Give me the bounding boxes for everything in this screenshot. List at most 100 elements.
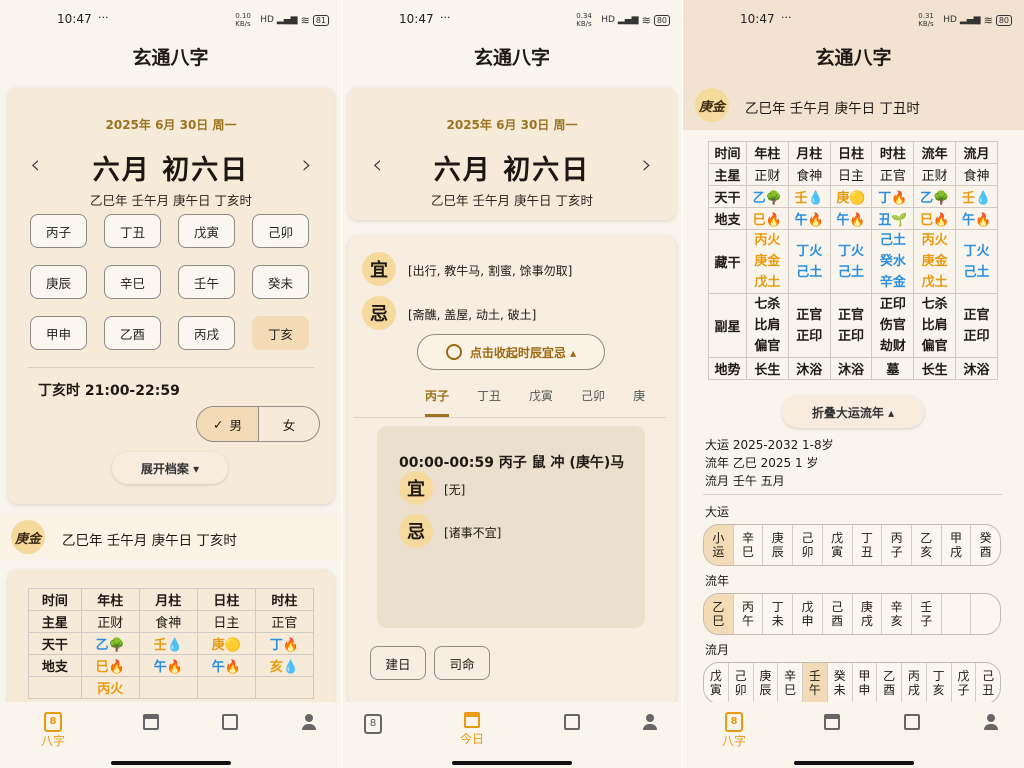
- hour-button[interactable]: 丙子: [30, 214, 87, 248]
- nav-calendar[interactable]: [807, 712, 857, 732]
- table-subcell: 庚金: [754, 254, 781, 269]
- gregorian-date: 2025年 6月 30日 周一: [446, 118, 578, 132]
- hour-button[interactable]: 丁亥: [252, 316, 309, 350]
- expand-profile-button[interactable]: 展开档案 ▾: [112, 452, 228, 484]
- hour-button[interactable]: 庚辰: [30, 265, 87, 299]
- liunian-sequence: 乙巳丙午丁未戊申己酉庚戌辛亥壬子: [703, 593, 1001, 635]
- nav-today[interactable]: 今日: [447, 712, 497, 747]
- table-subcell: 正印: [838, 328, 865, 344]
- hour-button[interactable]: 癸未: [252, 265, 309, 299]
- luck-cell[interactable]: 辛巳: [778, 663, 803, 703]
- luck-cell[interactable]: 庚辰: [763, 525, 794, 565]
- tab-hour[interactable]: 己卯: [581, 387, 605, 404]
- luck-cell[interactable]: 辛巳: [734, 525, 764, 565]
- luck-cell[interactable]: 己酉: [823, 594, 853, 634]
- table-subcell: 比肩: [921, 318, 948, 333]
- luck-cell[interactable]: 壬子: [912, 594, 942, 634]
- luck-cell[interactable]: 辛亥: [882, 594, 912, 634]
- hour-info: 丁亥时 21:00-22:59: [38, 383, 180, 399]
- nav-search-calendar[interactable]: [547, 712, 597, 732]
- luck-char: 寅: [709, 683, 722, 697]
- luck-cell[interactable]: 癸酉: [971, 525, 1000, 565]
- table-subcell: 偏官: [754, 339, 781, 354]
- luck-cell[interactable]: 丁亥: [927, 663, 952, 703]
- luck-cell[interactable]: 戊寅: [823, 525, 853, 565]
- tab-hour[interactable]: 丁丑: [477, 387, 501, 404]
- table-cell: 流月: [955, 141, 998, 164]
- pillar-table: 时间 年柱 月柱 日柱 时柱 主星 正财 食神 日主 正官 天干 乙🌳 壬💧 庚🟡 丁🔥 地支 巳🔥 午🔥 午🔥 亥💧…: [28, 588, 315, 699]
- luck-cell[interactable]: 丙午: [734, 594, 764, 634]
- lunar-date: 六月 初六日: [92, 155, 250, 186]
- luck-cell[interactable]: 丁丑: [853, 525, 883, 565]
- luck-cell[interactable]: 己丑: [976, 663, 1000, 703]
- toggle-hour-yiji-button[interactable]: 点击收起时辰宜忌 ▴: [417, 334, 605, 370]
- fold-luck-button[interactable]: 折叠大运流年 ▴: [782, 396, 924, 428]
- gender-male-button[interactable]: ✓ 男: [197, 407, 259, 441]
- next-day-button[interactable]: ›: [302, 150, 312, 180]
- luck-char: 午: [742, 614, 755, 628]
- nav-profile[interactable]: [966, 712, 1016, 732]
- chip-jianri[interactable]: 建日: [370, 646, 426, 680]
- luck-char: 甲: [858, 669, 871, 683]
- luck-cell[interactable]: 庚戌: [853, 594, 883, 634]
- luck-cell[interactable]: 己卯: [793, 525, 823, 565]
- luck-cell[interactable]: 戊申: [793, 594, 823, 634]
- hour-button[interactable]: 壬午: [178, 265, 235, 299]
- luck-cell[interactable]: 甲戌: [942, 525, 972, 565]
- hour-button[interactable]: 丁丑: [104, 214, 161, 248]
- luck-cell[interactable]: 丙戌: [902, 663, 927, 703]
- table-cell: 食神: [787, 163, 831, 186]
- luck-cell[interactable]: 壬午: [803, 663, 828, 703]
- table-cell: 日柱: [196, 588, 256, 611]
- table-subcell: 正官: [796, 307, 823, 323]
- luck-char: 酉: [831, 614, 844, 628]
- luck-cell[interactable]: 戊子: [952, 663, 977, 703]
- luck-cell[interactable]: 庚辰: [754, 663, 779, 703]
- hour-button[interactable]: 丙戌: [178, 316, 235, 350]
- luck-cell[interactable]: 戊寅: [704, 663, 729, 703]
- hour-button[interactable]: 辛巳: [104, 265, 161, 299]
- nav-bazi[interactable]: 8 八字: [709, 712, 759, 749]
- luck-cell[interactable]: [942, 594, 972, 634]
- nav-profile[interactable]: [284, 712, 334, 732]
- luck-char: 亥: [932, 683, 945, 697]
- luck-char: 戊: [709, 669, 722, 683]
- calendar-icon: [143, 714, 159, 730]
- status-dots: ···: [440, 11, 451, 24]
- gender-female-button[interactable]: 女: [259, 407, 319, 441]
- luck-char: 辰: [771, 545, 784, 559]
- table-cell: 长生: [745, 357, 789, 380]
- tab-hour[interactable]: 戊寅: [529, 387, 553, 404]
- luck-cell[interactable]: 甲申: [853, 663, 878, 703]
- nav-bazi[interactable]: 8 八字: [28, 712, 78, 749]
- luck-cell[interactable]: 己卯: [729, 663, 754, 703]
- tab-hour[interactable]: 庚: [633, 387, 645, 404]
- luck-cell[interactable]: 癸未: [828, 663, 853, 703]
- luck-cell[interactable]: 丙子: [882, 525, 912, 565]
- nav-search-calendar[interactable]: [887, 712, 937, 732]
- table-subcell: 七杀: [754, 297, 781, 312]
- status-time: 10:47: [740, 12, 775, 26]
- table-subcell: 癸水: [879, 254, 906, 269]
- luck-char: 未: [771, 614, 784, 628]
- chip-siming[interactable]: 司命: [434, 646, 490, 680]
- luck-cell[interactable]: 丁未: [763, 594, 794, 634]
- luck-cell[interactable]: [971, 594, 1000, 634]
- luck-char: 戊: [831, 531, 844, 545]
- table-cell: 流年: [913, 141, 957, 164]
- nav-calendar[interactable]: [126, 712, 176, 732]
- hour-button[interactable]: 甲申: [30, 316, 87, 350]
- luck-cell[interactable]: 小运: [704, 525, 734, 565]
- next-day-button[interactable]: ›: [642, 150, 652, 180]
- nav-search-calendar[interactable]: [205, 712, 255, 732]
- luck-cell[interactable]: 乙亥: [912, 525, 942, 565]
- luck-cell[interactable]: 乙酉: [877, 663, 902, 703]
- hour-button[interactable]: 己卯: [252, 214, 309, 248]
- hour-button[interactable]: 戊寅: [178, 214, 235, 248]
- pillar-card: 时间 年柱 月柱 日柱 时柱 主星 正财 食神 日主 正官 天干 乙🌳 壬💧 庚🟡 丁🔥 地支 巳🔥 午🔥 午🔥 亥💧…: [8, 570, 334, 710]
- nav-bazi[interactable]: 8: [348, 712, 398, 736]
- tab-hour[interactable]: 丙子: [425, 387, 449, 404]
- nav-profile[interactable]: [625, 712, 675, 732]
- hour-button[interactable]: 乙酉: [104, 316, 161, 350]
- luck-cell[interactable]: 乙巳: [704, 594, 734, 634]
